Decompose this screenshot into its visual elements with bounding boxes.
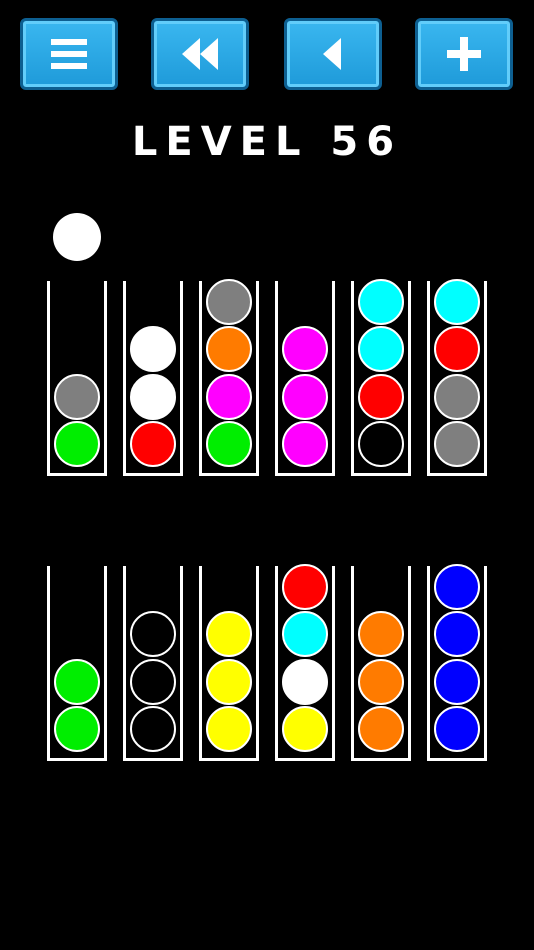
tube-5[interactable] <box>351 278 411 476</box>
ball-gray <box>54 373 100 420</box>
ball-black <box>130 611 176 657</box>
ball-gray <box>434 421 480 467</box>
held-ball <box>53 213 101 261</box>
back-icon <box>323 38 341 70</box>
tube-2[interactable] <box>123 281 183 476</box>
menu-icon <box>51 39 87 69</box>
ball-yellow <box>206 658 252 705</box>
ball-magenta <box>282 421 328 467</box>
ball-blue <box>434 611 480 657</box>
ball-white <box>130 326 176 372</box>
ball-magenta <box>282 373 328 420</box>
ball-red <box>282 563 328 610</box>
ball-cyan <box>358 278 404 325</box>
ball-orange <box>358 706 404 752</box>
ball-white <box>282 658 328 705</box>
ball-black <box>130 658 176 705</box>
ball-cyan <box>358 326 404 372</box>
ball-orange <box>358 611 404 657</box>
plus-icon <box>447 37 481 71</box>
back-button[interactable] <box>284 18 382 90</box>
ball-blue <box>434 658 480 705</box>
rewind-icon <box>182 38 218 70</box>
ball-green <box>54 658 100 705</box>
ball-red <box>434 326 480 372</box>
ball-black <box>358 421 404 467</box>
rewind-button[interactable] <box>151 18 249 90</box>
add-tube-button[interactable] <box>415 18 513 90</box>
menu-button[interactable] <box>20 18 118 90</box>
ball-yellow <box>206 706 252 752</box>
ball-gray <box>206 278 252 325</box>
ball-red <box>358 373 404 420</box>
ball-blue <box>434 706 480 752</box>
ball-gray <box>434 373 480 420</box>
tube-3[interactable] <box>199 278 259 476</box>
ball-orange <box>206 326 252 372</box>
ball-green <box>54 706 100 752</box>
ball-red <box>130 421 176 467</box>
ball-cyan <box>434 278 480 325</box>
ball-orange <box>358 658 404 705</box>
tube-7[interactable] <box>47 566 107 761</box>
ball-magenta <box>282 326 328 372</box>
tube-12[interactable] <box>427 563 487 761</box>
ball-yellow <box>206 611 252 657</box>
tube-1[interactable] <box>47 281 107 476</box>
ball-blue <box>434 563 480 610</box>
ball-white <box>130 373 176 420</box>
ball-magenta <box>206 373 252 420</box>
tube-10[interactable] <box>275 563 335 761</box>
tube-8[interactable] <box>123 566 183 761</box>
tube-11[interactable] <box>351 566 411 761</box>
ball-green <box>54 421 100 467</box>
ball-cyan <box>282 611 328 657</box>
level-title: LEVEL 56 <box>131 119 403 165</box>
tube-9[interactable] <box>199 566 259 761</box>
ball-black <box>130 706 176 752</box>
tube-6[interactable] <box>427 278 487 476</box>
ball-yellow <box>282 706 328 752</box>
tube-4[interactable] <box>275 281 335 476</box>
ball-green <box>206 421 252 467</box>
